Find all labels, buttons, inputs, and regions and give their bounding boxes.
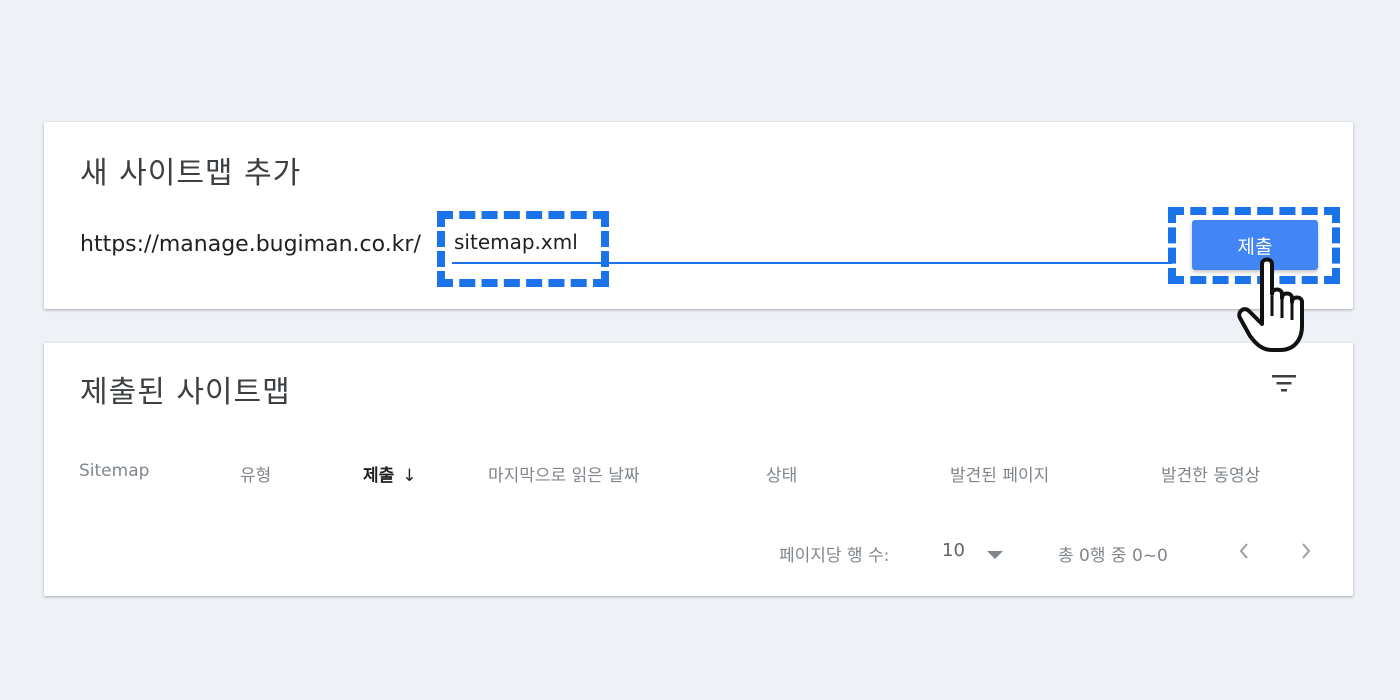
add-sitemap-title: 새 사이트맵 추가 [80,156,302,191]
column-header-sitemap[interactable]: Sitemap [79,461,149,481]
rows-per-page-label: 페이지당 행 수: [779,546,890,566]
column-header-videos-found[interactable]: 발견한 동영상 [1161,461,1260,486]
sitemap-url-input[interactable] [452,226,1172,264]
column-header-type[interactable]: 유형 [240,461,271,486]
pagination-range: 총 0행 중 0~0 [1058,546,1168,566]
dropdown-caret-icon[interactable] [987,551,1003,559]
hand-pointer-icon [1237,257,1304,352]
rows-per-page-select[interactable]: 10 [942,540,965,561]
chevron-left-icon[interactable] [1232,539,1256,563]
url-prefix: https://manage.bugiman.co.kr/ [80,232,421,257]
sort-arrow-down-icon: ↓ [402,466,417,486]
column-header-submitted[interactable]: 제출 ↓ [363,461,417,486]
chevron-right-icon[interactable] [1294,539,1318,563]
column-header-submitted-label: 제출 [363,466,395,486]
submitted-sitemaps-card: 제출된 사이트맵 Sitemap 유형 제출 ↓ 마지막으로 읽은 날짜 상태 발… [44,343,1353,596]
column-header-last-read[interactable]: 마지막으로 읽은 날짜 [488,461,640,486]
submitted-sitemaps-title: 제출된 사이트맵 [80,375,291,410]
filter-icon[interactable] [1270,371,1298,395]
add-sitemap-card: 새 사이트맵 추가 https://manage.bugiman.co.kr/ … [44,122,1353,309]
column-header-pages-found[interactable]: 발견된 페이지 [950,461,1049,486]
column-header-status[interactable]: 상태 [766,461,797,486]
